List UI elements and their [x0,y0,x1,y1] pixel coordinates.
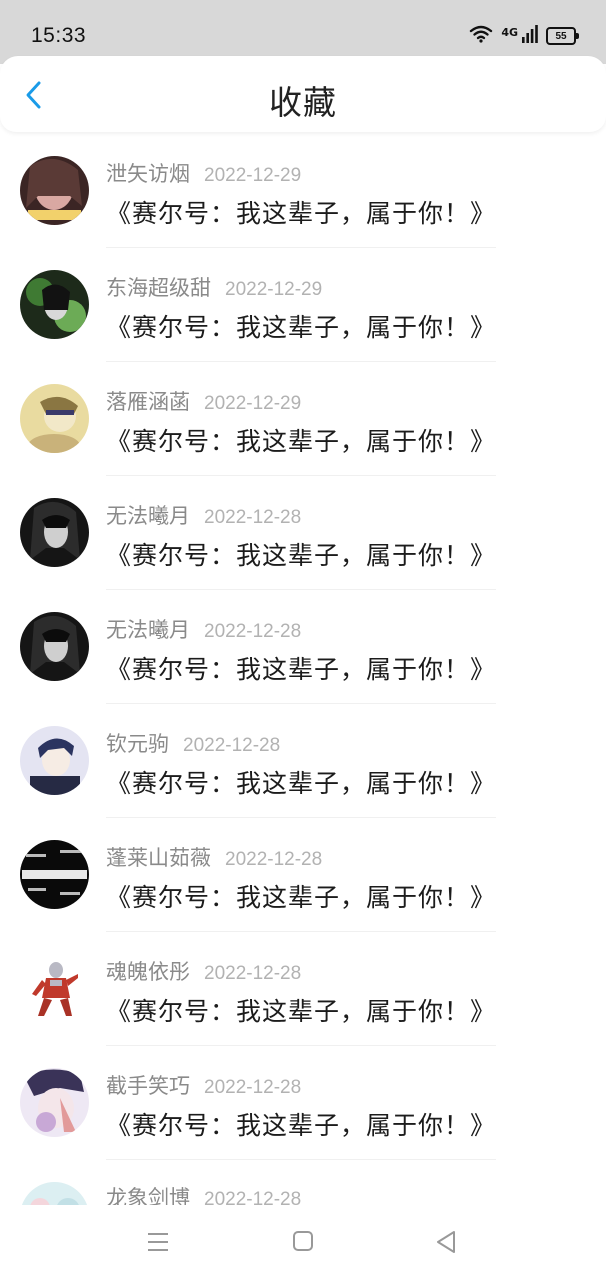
user-name[interactable]: 蓬莱山茹薇 [106,846,211,870]
list-item[interactable]: 蓬莱山茹薇 2022-12-28 《赛尔号：我这辈子，属于你！》 [0,818,606,932]
post-date: 2022-12-29 [225,279,323,300]
signal-icon [522,25,538,47]
menu-button[interactable] [146,1231,172,1255]
user-name[interactable]: 无法曦月 [106,618,190,642]
post-date: 2022-12-28 [204,963,302,984]
list-item[interactable]: 无法曦月 2022-12-28 《赛尔号：我这辈子，属于你！》 [0,476,606,590]
status-icons: 4G 55 [469,24,579,48]
wifi-icon [469,25,493,47]
user-name[interactable]: 无法曦月 [106,504,190,528]
list-item[interactable]: 东海超级甜 2022-12-29 《赛尔号：我这辈子，属于你！》 [0,248,606,362]
avatar[interactable] [20,612,89,681]
post-date: 2022-12-28 [183,735,281,756]
avatar[interactable] [20,1182,89,1205]
list-item[interactable]: 无法曦月 2022-12-28 《赛尔号：我这辈子，属于你！》 [0,590,606,704]
square-icon [293,1231,313,1251]
post-date: 2022-12-28 [204,1077,302,1098]
post-title[interactable]: 《赛尔号：我这辈子，属于你！》 [106,764,496,800]
post-date: 2022-12-28 [225,849,323,870]
post-title[interactable]: 《赛尔号：我这辈子，属于你！》 [106,536,496,572]
avatar[interactable] [20,1068,89,1137]
avatar[interactable] [20,840,89,909]
post-date: 2022-12-28 [204,507,302,528]
user-name[interactable]: 龙象剑博 [106,1186,190,1205]
list-item[interactable]: 落雁涵菡 2022-12-29 《赛尔号：我这辈子，属于你！》 [0,362,606,476]
navigation-bar [0,1205,606,1280]
avatar[interactable] [20,954,89,1023]
post-title[interactable]: 《赛尔号：我这辈子，属于你！》 [106,422,496,458]
triangle-back-icon [437,1231,455,1253]
post-date: 2022-12-29 [204,393,302,414]
avatar[interactable] [20,156,89,225]
avatar[interactable] [20,726,89,795]
header: 收藏 [0,56,606,132]
user-name[interactable]: 泄矢访烟 [106,162,190,186]
avatar[interactable] [20,384,89,453]
list-item[interactable]: 魂魄依彤 2022-12-28 《赛尔号：我这辈子，属于你！》 [0,932,606,1046]
avatar[interactable] [20,270,89,339]
post-title[interactable]: 《赛尔号：我这辈子，属于你！》 [106,1106,496,1142]
user-name[interactable]: 截手笑巧 [106,1074,190,1098]
user-name[interactable]: 落雁涵菡 [106,390,190,414]
home-button[interactable] [291,1231,317,1255]
post-title[interactable]: 《赛尔号：我这辈子，属于你！》 [106,194,496,230]
network-type: 4G [501,25,518,39]
post-title[interactable]: 《赛尔号：我这辈子，属于你！》 [106,308,496,344]
menu-icon [148,1233,168,1251]
avatar[interactable] [20,498,89,567]
user-name[interactable]: 钦元驹 [106,732,169,756]
back-nav-button[interactable] [434,1231,460,1255]
status-time: 15:33 [31,24,87,47]
list-item[interactable]: 泄矢访烟 2022-12-29 《赛尔号：我这辈子，属于你！》 [0,134,606,248]
battery-icon: 55 [546,27,579,45]
user-name[interactable]: 东海超级甜 [106,276,211,300]
post-title[interactable]: 《赛尔号：我这辈子，属于你！》 [106,650,496,686]
favorites-list: 泄矢访烟 2022-12-29 《赛尔号：我这辈子，属于你！》 东海超级甜 2022… [0,134,606,1205]
user-name[interactable]: 魂魄依彤 [106,960,190,984]
post-date: 2022-12-29 [204,165,302,186]
list-item[interactable]: 钦元驹 2022-12-28 《赛尔号：我这辈子，属于你！》 [0,704,606,818]
list-item[interactable]: 截手笑巧 2022-12-28 《赛尔号：我这辈子，属于你！》 [0,1046,606,1160]
list-item[interactable]: 龙象剑博 2022-12-28 [0,1160,606,1205]
post-date: 2022-12-28 [204,621,302,642]
status-bar: 15:33 4G 55 [0,0,606,64]
post-title[interactable]: 《赛尔号：我这辈子，属于你！》 [106,878,496,914]
post-date: 2022-12-28 [204,1189,302,1205]
page-title: 收藏 [269,83,337,122]
post-title[interactable]: 《赛尔号：我这辈子，属于你！》 [106,992,496,1028]
